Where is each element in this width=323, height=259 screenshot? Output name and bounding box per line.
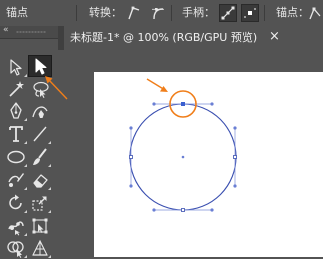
- annotation-arrow: [146, 78, 168, 92]
- annotation-arrow: [45, 76, 68, 100]
- circle-path[interactable]: [129, 102, 237, 212]
- selected-anchor-point[interactable]: [181, 102, 185, 106]
- artwork-layer: [45, 76, 237, 212]
